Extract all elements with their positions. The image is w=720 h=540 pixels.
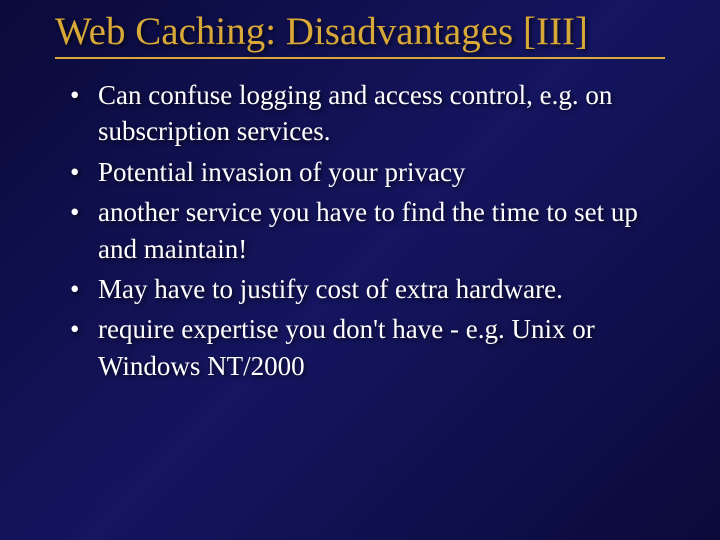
bullet-item: May have to justify cost of extra hardwa… — [70, 271, 680, 307]
bullet-item: another service you have to find the tim… — [70, 194, 680, 267]
title-wrapper: Web Caching: Disadvantages [III] — [0, 10, 720, 59]
bullet-list: Can confuse logging and access control, … — [0, 77, 720, 385]
slide-title: Web Caching: Disadvantages [III] — [55, 10, 665, 59]
bullet-item: Can confuse logging and access control, … — [70, 77, 680, 150]
slide-container: Web Caching: Disadvantages [III] Can con… — [0, 0, 720, 540]
bullet-item: require expertise you don't have - e.g. … — [70, 311, 680, 384]
bullet-item: Potential invasion of your privacy — [70, 154, 680, 190]
